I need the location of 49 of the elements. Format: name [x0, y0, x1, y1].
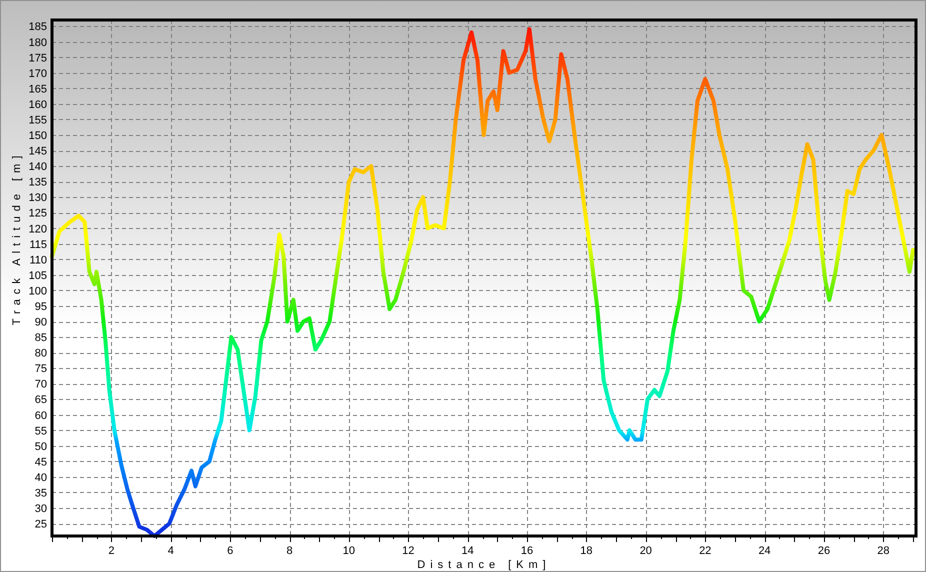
- tick-label: 170: [28, 68, 47, 80]
- tick-label: 10: [342, 545, 356, 557]
- tick-label: 45: [34, 456, 47, 468]
- tick-label: 50: [34, 440, 47, 453]
- tick-label: 175: [28, 52, 47, 64]
- tick-label: 25: [34, 518, 47, 531]
- tick-label: 185: [28, 21, 47, 34]
- tick-label: 22: [699, 545, 712, 557]
- tick-label: 160: [28, 98, 47, 111]
- tick-label: 120: [28, 223, 47, 236]
- tick-label: 8: [286, 545, 293, 557]
- tick-label: 100: [28, 285, 47, 298]
- tick-label: 24: [758, 545, 771, 557]
- tick-label: 6: [227, 545, 234, 557]
- tick-label: 115: [29, 238, 47, 251]
- tick-label: 55: [34, 425, 47, 438]
- tick-label: 105: [28, 270, 47, 282]
- tick-label: 14: [462, 545, 474, 557]
- tick-label: 26: [818, 545, 830, 557]
- tick-label: 90: [34, 316, 47, 329]
- tick-label: 140: [28, 161, 47, 174]
- tick-label: 40: [34, 472, 47, 484]
- tick-label: 60: [34, 410, 47, 422]
- tick-label: 70: [34, 378, 47, 391]
- tick-label: 145: [28, 146, 47, 158]
- tick-label: 35: [34, 487, 47, 500]
- tick-label: 28: [877, 545, 890, 557]
- tick-label: 30: [34, 503, 47, 516]
- tick-label: 130: [28, 192, 47, 204]
- tick-label: 2: [108, 545, 114, 557]
- tick-label: 80: [34, 348, 47, 360]
- tick-label: 110: [29, 254, 47, 266]
- tick-label: 180: [28, 36, 47, 49]
- tick-label: 18: [580, 545, 593, 557]
- tick-label: 125: [28, 208, 47, 220]
- tick-label: 16: [520, 545, 534, 557]
- tick-label: 95: [34, 300, 47, 313]
- tick-label: 155: [28, 114, 47, 126]
- tick-label: 75: [34, 363, 47, 376]
- x-axis-title: Distance [Km]: [417, 559, 551, 571]
- y-axis-title: Track Altitude [m]: [11, 150, 23, 326]
- tick-label: 85: [34, 332, 47, 344]
- tick-label: 12: [402, 545, 414, 557]
- tick-label: 4: [168, 545, 174, 557]
- tick-label: 150: [28, 130, 47, 142]
- tick-label: 65: [34, 394, 47, 406]
- tick-label: 135: [28, 176, 47, 189]
- tick-label: 20: [640, 545, 652, 557]
- tick-label: 165: [28, 83, 47, 96]
